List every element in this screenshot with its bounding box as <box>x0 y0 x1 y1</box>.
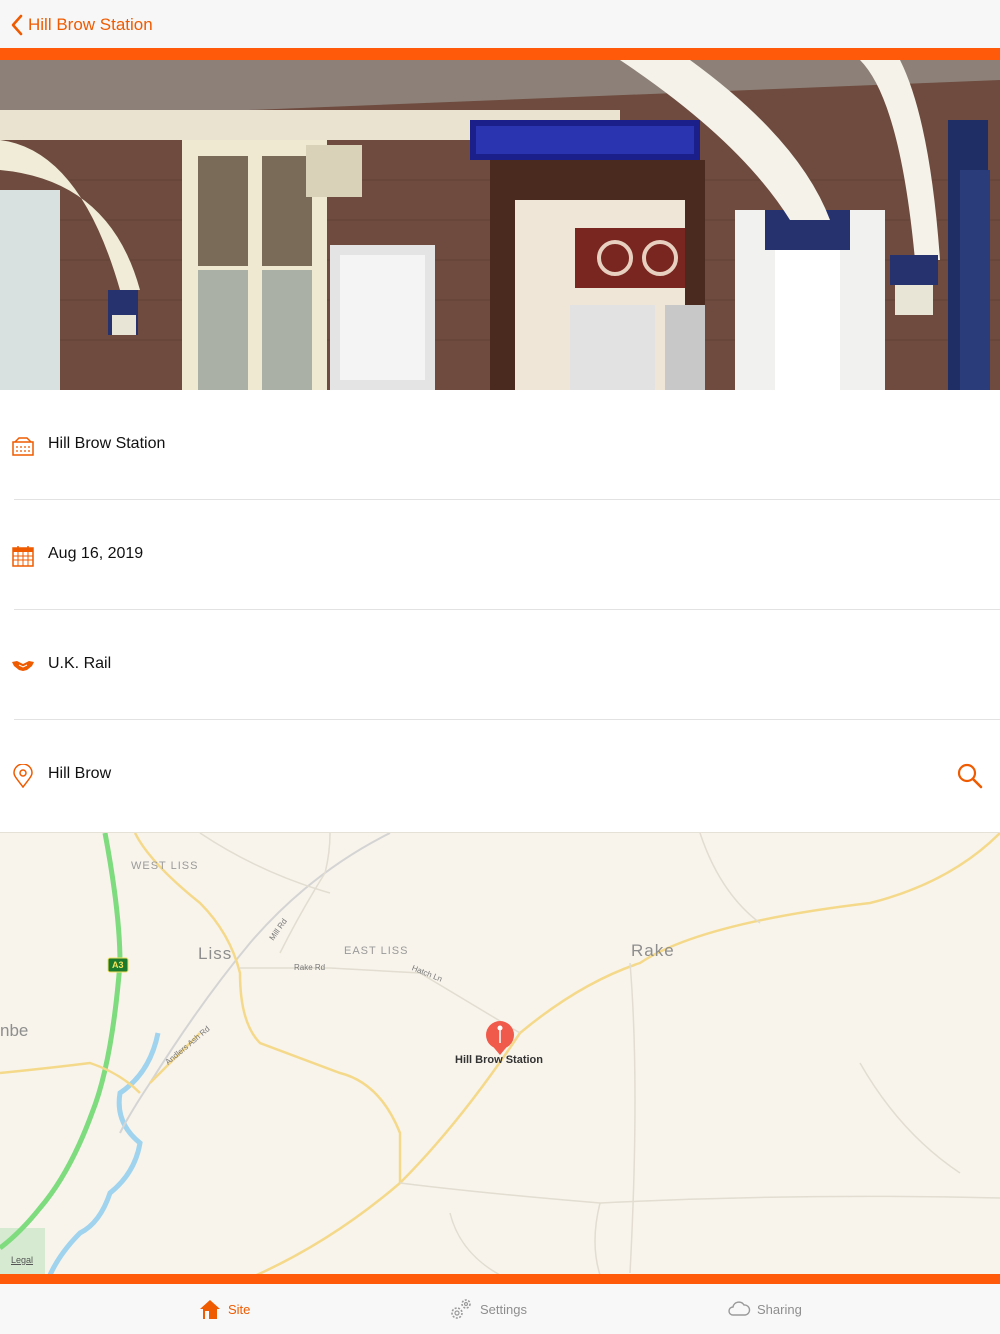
gears-icon <box>451 1299 471 1319</box>
legal-link[interactable]: Legal <box>11 1255 33 1265</box>
station-icon <box>12 437 34 456</box>
map-label-a3: A3 <box>112 960 124 970</box>
location-row[interactable]: Hill Brow <box>0 720 1000 830</box>
tab-sharing-label: Sharing <box>757 1301 802 1317</box>
tab-settings[interactable]: Settings <box>448 1294 527 1324</box>
back-button[interactable]: Hill Brow Station <box>10 10 153 40</box>
location-pin-icon <box>13 764 33 788</box>
chevron-left-icon <box>11 14 23 36</box>
station-name-value: Hill Brow Station <box>48 435 166 452</box>
map-label-partial: nbe <box>0 1021 29 1040</box>
operator-row[interactable]: U.K. Rail <box>0 610 1000 720</box>
house-icon <box>200 1300 220 1319</box>
tab-site[interactable]: Site <box>198 1294 250 1324</box>
accent-bar-top <box>0 48 1000 60</box>
detail-list: Hill Brow Station Aug 16, 2019 U.K. Rail <box>0 390 1000 830</box>
map-label-rake-rd: Rake Rd <box>294 963 326 972</box>
station-photo <box>0 60 1000 390</box>
handshake-icon <box>12 661 34 671</box>
tab-site-label: Site <box>228 1301 251 1317</box>
calendar-icon <box>12 546 34 567</box>
cloud-icon <box>728 1301 751 1316</box>
tab-settings-label: Settings <box>480 1301 527 1317</box>
location-value: Hill Brow <box>48 765 112 782</box>
tab-sharing[interactable]: Sharing <box>727 1294 802 1324</box>
accent-bar-bottom <box>0 1274 1000 1284</box>
map-label-west-liss: WEST LISS <box>131 860 199 872</box>
navigation-bar: Hill Brow Station <box>0 0 1000 48</box>
map-pin-label: Hill Brow Station <box>455 1054 543 1066</box>
map-label-liss: Liss <box>198 944 233 963</box>
operator-value: U.K. Rail <box>48 655 112 672</box>
map-label-east-liss: EAST LISS <box>344 945 409 957</box>
map-view[interactable]: A3 WEST LISS Liss Mill Rd Rake Rd EAST L… <box>0 832 1000 1275</box>
date-row[interactable]: Aug 16, 2019 <box>0 500 1000 610</box>
back-label: Hill Brow Station <box>28 15 153 34</box>
tab-bar: Site Settings Sharing <box>0 1284 1000 1334</box>
map-label-rake: Rake <box>631 941 675 960</box>
station-name-row[interactable]: Hill Brow Station <box>0 390 1000 500</box>
search-icon[interactable] <box>956 762 984 790</box>
date-value: Aug 16, 2019 <box>48 545 144 562</box>
